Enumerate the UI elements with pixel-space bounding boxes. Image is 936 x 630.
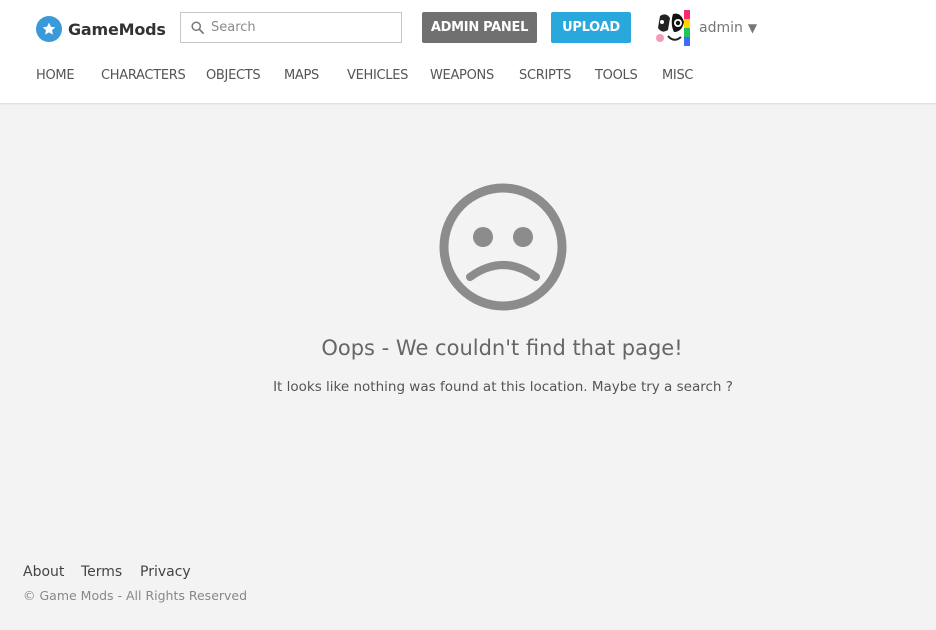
chevron-down-icon: ▼ [747,21,758,35]
search-icon [191,21,204,34]
site-header: GameMods ADMIN PANEL UPLOAD admin ▼ [0,0,936,103]
brand-name: GameMods [68,19,166,39]
footer-link-about[interactable]: About [23,564,64,580]
nav-item-characters[interactable]: CHARACTERS [101,68,186,83]
upload-button[interactable]: UPLOAD [551,12,631,43]
error-title: Oops - We couldn't find that page! [321,336,683,360]
admin-panel-button[interactable]: ADMIN PANEL [422,12,537,43]
nav-item-scripts[interactable]: SCRIPTS [519,68,571,83]
footer-link-terms[interactable]: Terms [81,564,122,580]
nav-item-tools[interactable]: TOOLS [595,68,638,83]
copyright: © Game Mods - All Rights Reserved [23,588,248,603]
username: admin [699,20,743,36]
user-menu[interactable]: admin ▼ [699,18,757,38]
nav-item-maps[interactable]: MAPS [284,68,319,83]
main-nav: HOME CHARACTERS OBJECTS MAPS VEHICLES WE… [0,68,936,90]
nav-item-home[interactable]: HOME [36,68,75,83]
footer-link-privacy[interactable]: Privacy [140,564,191,580]
error-message: It looks like nothing was found at this … [273,379,733,395]
site-logo[interactable]: GameMods [36,16,166,42]
nav-item-misc[interactable]: MISC [662,68,693,83]
sad-face-icon [439,183,567,311]
nav-item-objects[interactable]: OBJECTS [206,68,261,83]
search-input[interactable] [211,20,391,35]
nav-item-vehicles[interactable]: VEHICLES [347,68,408,83]
star-icon [36,16,62,42]
avatar[interactable] [654,10,690,46]
nav-item-weapons[interactable]: WEAPONS [430,68,494,83]
search-box[interactable] [180,12,402,43]
